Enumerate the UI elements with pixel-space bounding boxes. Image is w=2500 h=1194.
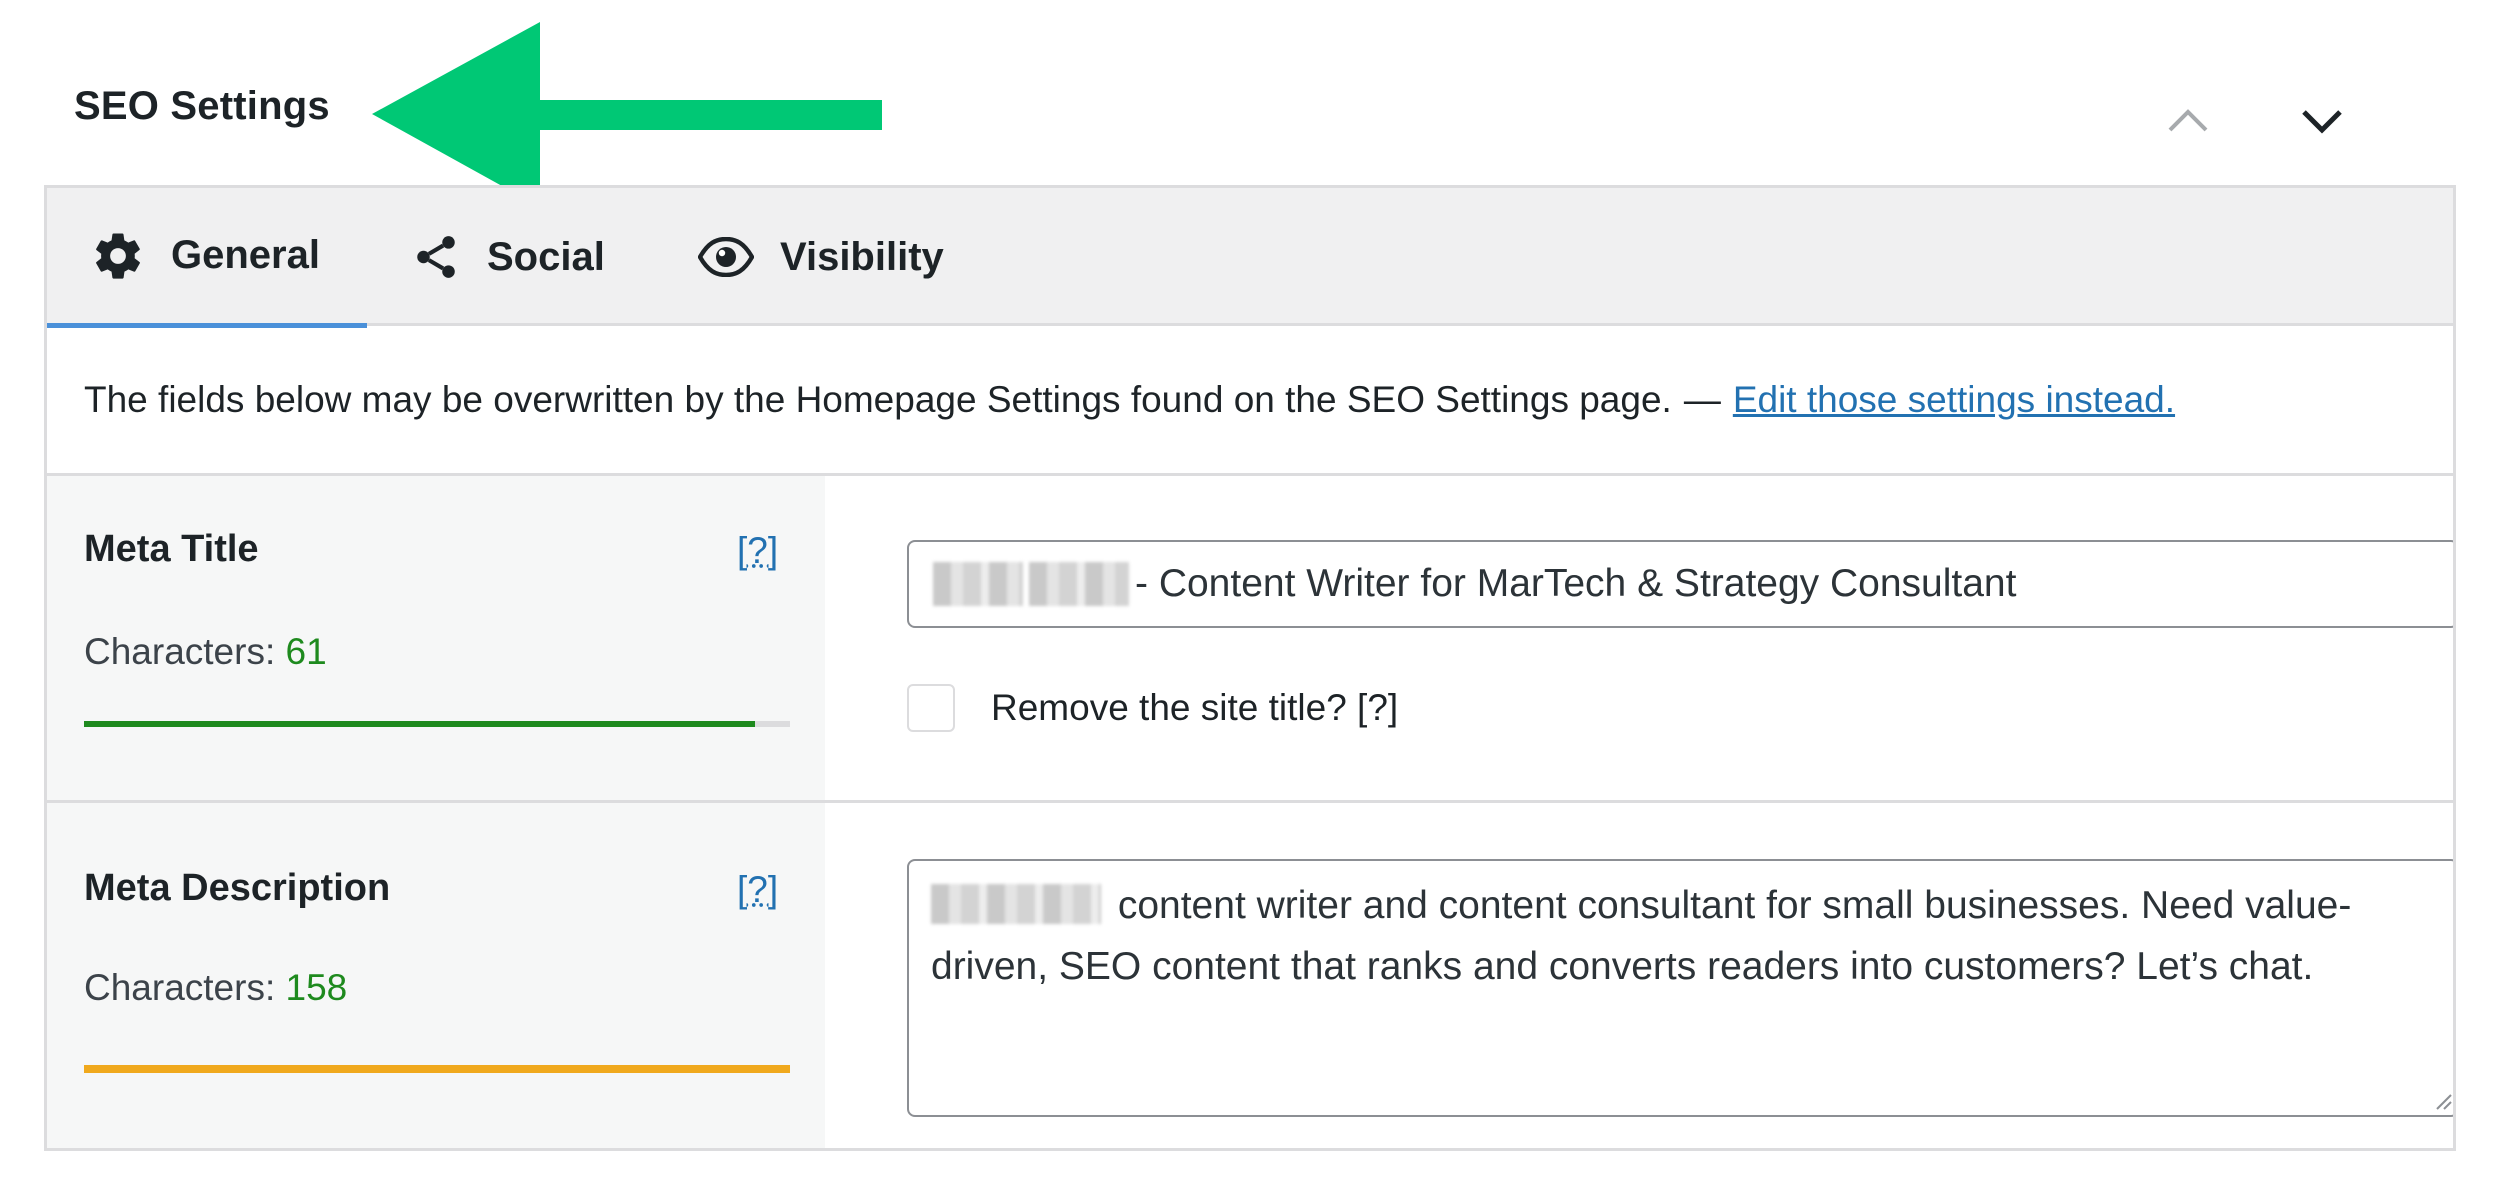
tab-visibility[interactable]: Visibility [698,188,944,326]
meta-description-textarea[interactable]: content writer and content consultant fo… [907,859,2453,1117]
resize-handle-icon[interactable] [2431,1089,2453,1111]
tab-general-label: General [171,233,320,277]
meta-description-length-bar [84,1065,790,1073]
meta-title-length-bar [84,721,790,727]
meta-title-help-link[interactable]: [?] [737,530,778,572]
chevron-up-icon [2168,109,2208,132]
meta-title-label: Meta Title [84,528,259,570]
tab-social-label: Social [487,234,605,279]
meta-description-row: Meta Description [?] Characters: 158 con… [47,803,2453,1148]
redacted-text [931,884,1101,924]
tab-general[interactable]: General [47,188,367,328]
char-count-value: 61 [285,631,327,672]
tab-visibility-label: Visibility [780,234,944,279]
meta-description-help-link[interactable]: [?] [737,869,778,911]
notice-separator: — [1683,378,1721,420]
meta-title-value: - Content Writer for MarTech & Strategy … [1135,562,2017,605]
meta-description-label: Meta Description [84,867,391,909]
redacted-text [933,562,1023,606]
panel-header: SEO Settings [0,0,2500,207]
meta-title-row: Meta Title [?] Characters: 61 - Content … [47,476,2453,803]
redacted-text [1029,562,1129,606]
remove-site-title-option: Remove the site title? [?] [907,684,1398,732]
meta-description-length-bar-fill [84,1065,790,1073]
meta-title-length-bar-fill [84,721,755,727]
chevron-down-icon [2302,110,2342,134]
meta-title-char-count: Characters: 61 [84,631,327,673]
remove-site-title-checkbox[interactable] [907,684,955,732]
share-icon [411,232,461,282]
meta-title-input[interactable]: - Content Writer for MarTech & Strategy … [907,540,2453,628]
char-count-value: 158 [285,967,348,1008]
meta-title-label-column: Meta Title [?] Characters: 61 [47,476,825,800]
eye-icon [698,237,754,277]
green-arrow-annotation [372,22,882,207]
edit-settings-link[interactable]: Edit those settings instead. [1733,379,2175,421]
seo-settings-panel: General Social Visibility The fields bel… [44,185,2456,1151]
move-up-button[interactable] [2160,92,2216,148]
meta-description-label-column: Meta Description [?] Characters: 158 [47,803,825,1148]
panel-title: SEO Settings [74,84,330,128]
char-count-label: Characters: [84,967,276,1008]
homepage-settings-notice: The fields below may be overwritten by t… [47,326,2453,476]
notice-text: The fields below may be overwritten by t… [84,378,1672,420]
meta-description-char-count: Characters: 158 [84,967,347,1009]
remove-site-title-label[interactable]: Remove the site title? [?] [991,687,1398,729]
char-count-label: Characters: [84,631,276,672]
meta-title-field-column [825,476,2453,800]
gear-icon [91,229,145,283]
meta-description-value: content writer and content consultant fo… [931,884,2352,988]
tab-bar: General Social Visibility [47,188,2453,328]
tab-social[interactable]: Social [411,188,605,326]
move-down-button[interactable] [2294,92,2350,148]
